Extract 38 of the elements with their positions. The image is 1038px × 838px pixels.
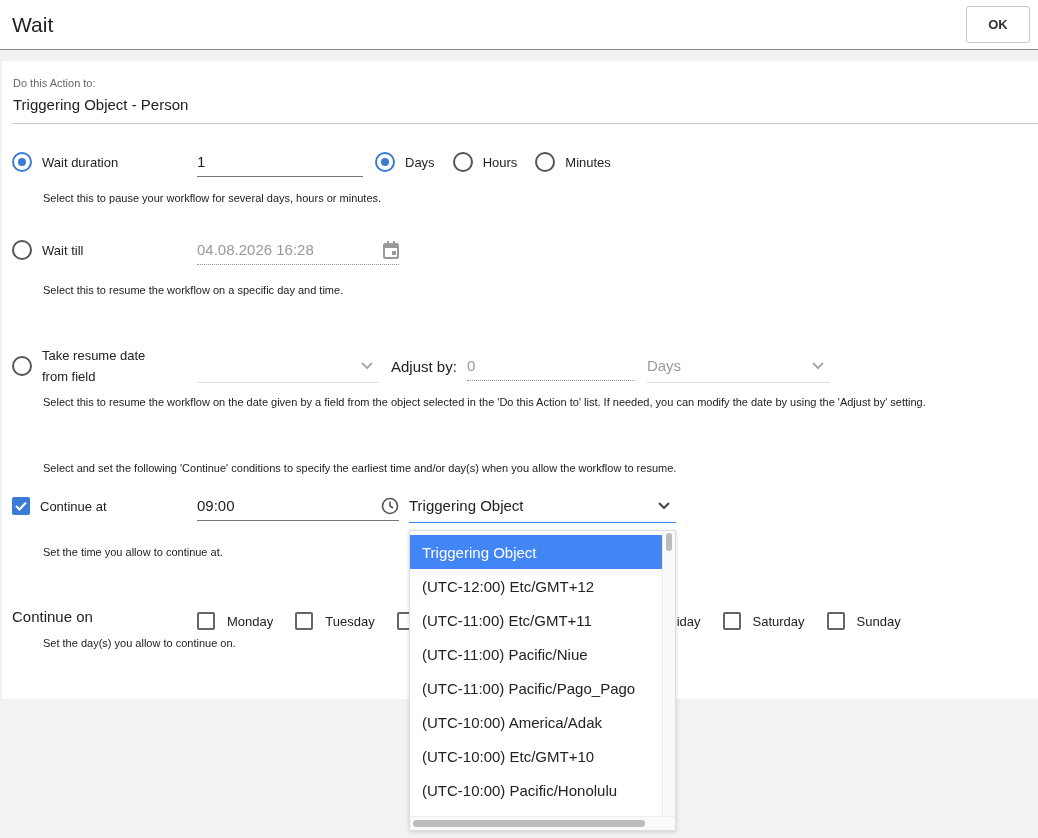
unit-radio[interactable]: Hours [452, 152, 518, 172]
dropdown-option[interactable]: Triggering Object [410, 535, 662, 569]
radio-button[interactable] [12, 240, 32, 260]
calendar-icon[interactable] [383, 240, 399, 259]
option-description: Select this to resume the workflow on a specific day and time. [43, 284, 344, 296]
day-checkbox[interactable]: Saturday [722, 612, 805, 630]
chevron-down-icon [658, 501, 670, 510]
option-description: Set the time you allow to continue at. [43, 546, 223, 558]
day-checkbox[interactable]: Sunday [826, 612, 901, 630]
option-description: Select this to pause your workflow for several days, hours or minutes. [43, 192, 382, 204]
day-checkbox[interactable]: Tuesday [295, 612, 375, 630]
option-description: Set the day(s) you allow to continue on. [43, 637, 236, 649]
chevron-down-icon [361, 361, 373, 370]
unit-radio[interactable]: Minutes [535, 152, 611, 172]
option-description: Select this to resume the workflow on the date given by a field from the object selected in the 'Do this Action to' list. If needed, you can modify the date by using the 'Adjust by' setting. [43, 396, 926, 408]
option-label: Wait till [42, 241, 84, 260]
window-title: Wait [12, 12, 54, 37]
scrollbar-thumb[interactable] [413, 820, 645, 827]
scrollbar-thumb[interactable] [666, 533, 672, 551]
radio-button[interactable] [12, 356, 32, 376]
option-label: Take resume date from field [42, 347, 147, 386]
unit-radio[interactable]: Days [375, 152, 435, 172]
option-label: Wait duration [42, 153, 119, 172]
target-value: Triggering Object - Person [12, 96, 1038, 124]
continue-note: Select and set the following 'Continue' conditions to specify the earliest time and/or day(s) when you allow the workflow to resume. [43, 462, 677, 474]
day-label: iday [676, 613, 701, 629]
chevron-down-icon [811, 361, 824, 370]
duration-field[interactable]: 1 [197, 147, 363, 177]
continue-on-label: Continue on [12, 607, 94, 625]
ok-button[interactable]: OK [966, 6, 1030, 43]
day-checkbox[interactable]: Monday [197, 612, 274, 630]
adjust-label: Adjust by: [391, 357, 457, 375]
continue-at-checkbox[interactable] [12, 497, 30, 515]
option-label: Continue at [40, 497, 107, 516]
radio-button[interactable] [12, 152, 32, 172]
time-field[interactable]: 09:00 [197, 491, 399, 521]
target-label: Do this Action to: [12, 77, 97, 89]
clock-icon[interactable] [381, 496, 399, 515]
